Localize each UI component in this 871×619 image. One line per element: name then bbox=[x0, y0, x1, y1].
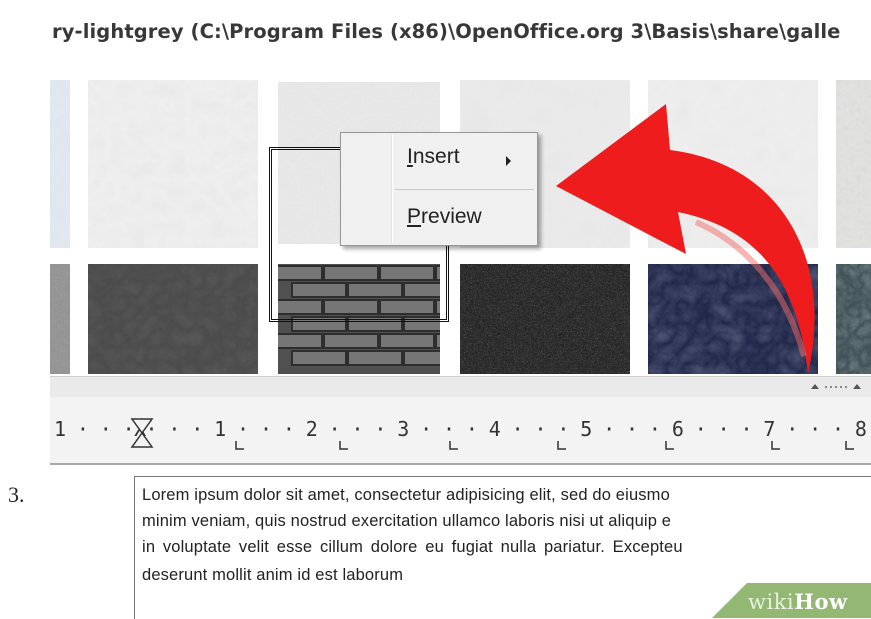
menu-item-preview[interactable]: Preview bbox=[407, 205, 482, 229]
ruler-scale: 1 · · ·X· · · 1 · · · 2 · · · 3 · · · 4 … bbox=[54, 417, 871, 441]
splitter-grip-icon bbox=[811, 384, 861, 389]
gallery-splitter[interactable] bbox=[50, 376, 871, 398]
gallery-tile-texture-grey-granite[interactable] bbox=[50, 264, 70, 374]
menu-item-insert[interactable]: Insert bbox=[407, 145, 460, 169]
document-line: minim veniam, quis nostrud exercitation … bbox=[142, 512, 672, 530]
menu-icon-gutter bbox=[391, 135, 393, 243]
document-line: deserunt mollit anim id est laborum bbox=[142, 566, 404, 584]
gallery-tile-texture-blue-light[interactable] bbox=[50, 80, 70, 248]
submenu-arrow-icon bbox=[506, 156, 511, 166]
title-bar: ry-lightgrey (C:\Program Files (x86)\Ope… bbox=[50, 0, 871, 72]
menu-separator bbox=[395, 189, 534, 190]
gallery-tile-texture-dark-stucco[interactable] bbox=[88, 264, 258, 374]
ruler-tab-stops bbox=[235, 441, 854, 450]
screenshot-region: ry-lightgrey (C:\Program Files (x86)\Ope… bbox=[50, 0, 871, 465]
wikihow-watermark: wikiHow bbox=[712, 583, 871, 618]
gallery-panel: Insert Preview bbox=[50, 72, 871, 376]
red-arrow-annotation bbox=[556, 104, 815, 374]
gallery-tile-texture-white-crinkle[interactable] bbox=[88, 80, 258, 248]
horizontal-ruler[interactable]: 1 · · ·X· · · 1 · · · 2 · · · 3 · · · 4 … bbox=[50, 397, 871, 465]
context-menu: Insert Preview bbox=[340, 132, 538, 246]
document-line: Lorem ipsum dolor sit amet, consectetur … bbox=[142, 486, 670, 504]
document-line: in voluptate velit esse cillum dolore eu… bbox=[142, 538, 683, 556]
step-number: 3. bbox=[8, 482, 25, 507]
window-title: ry-lightgrey (C:\Program Files (x86)\Ope… bbox=[52, 20, 841, 43]
watermark-logo: wikiHow bbox=[748, 589, 848, 614]
